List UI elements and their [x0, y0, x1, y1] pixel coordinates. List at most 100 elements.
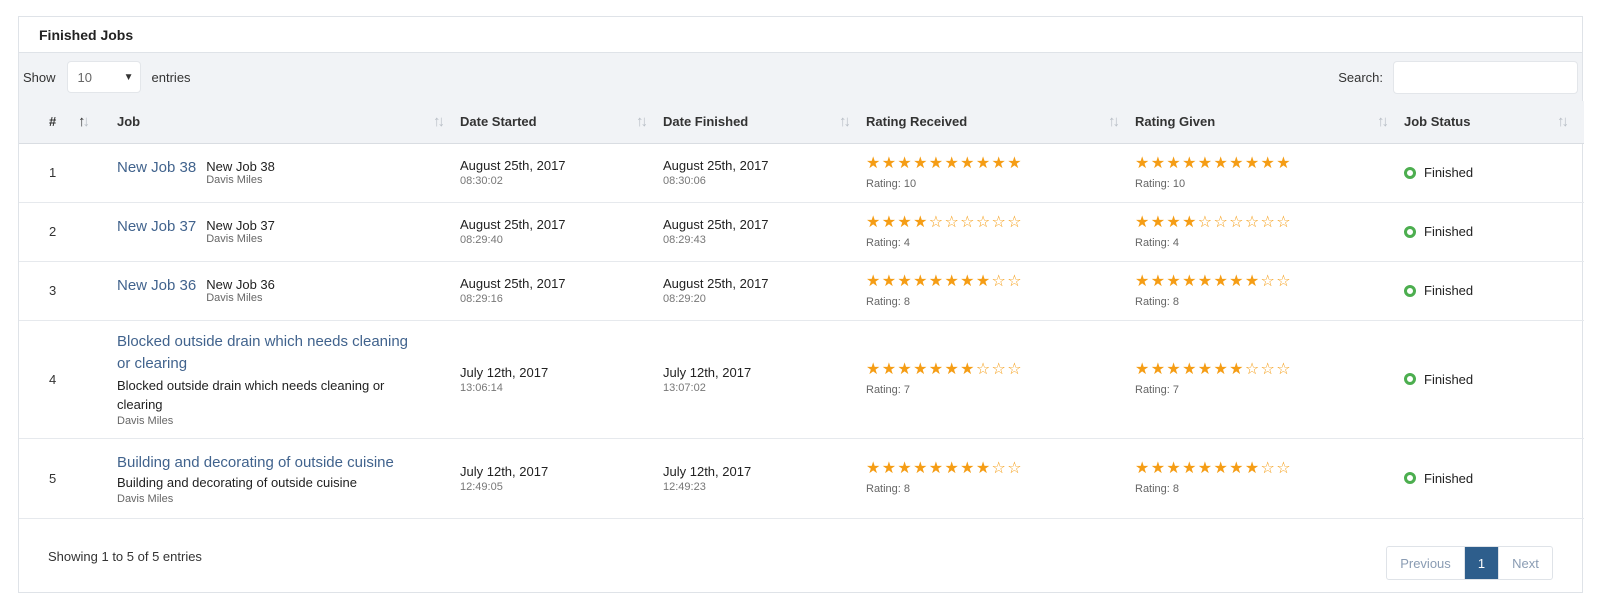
star-filled-icon: ★	[1213, 361, 1228, 378]
rating-given-stars: ★ ★ ★ ★ ★ ★ ★ ★ ☆ ☆	[1135, 272, 1404, 290]
time-finished: 08:30:06	[663, 175, 706, 187]
rating-given-cell: ★ ★ ★ ★ ★ ★ ★ ★ ★ ★ Rating: 10	[1135, 143, 1404, 202]
star-filled-icon: ★	[897, 213, 912, 231]
search-input[interactable]	[1393, 60, 1578, 94]
rating-received-label: Rating: 8	[866, 483, 911, 495]
date-started: August 25th, 2017	[460, 158, 566, 173]
column-header-job[interactable]: Job ↑↓	[117, 101, 460, 143]
star-filled-icon: ★	[1229, 154, 1244, 172]
sort-ascending-icon[interactable]: ↑↓	[78, 113, 90, 130]
star-empty-icon: ☆	[1276, 460, 1291, 477]
page-1-button[interactable]: 1	[1465, 547, 1498, 579]
star-filled-icon: ★	[1135, 272, 1150, 290]
show-label: Show	[23, 69, 56, 85]
star-filled-icon: ★	[1213, 272, 1228, 290]
sort-icon[interactable]: ↑↓	[1377, 113, 1389, 130]
date-finished-cell: August 25th, 2017 08:29:43	[663, 202, 866, 261]
sort-icon[interactable]: ↑↓	[1108, 113, 1120, 130]
finished-jobs-card: Finished Jobs Show 10 ▼ entries Search: …	[18, 16, 1584, 593]
status-circle-icon	[1404, 284, 1416, 297]
date-finished: August 25th, 2017	[663, 217, 769, 232]
star-filled-icon: ★	[944, 154, 959, 172]
job-status-cell: Finished	[1404, 320, 1584, 438]
star-empty-icon: ☆	[991, 272, 1006, 290]
star-filled-icon: ★	[881, 460, 897, 477]
time-started: 13:06:14	[460, 381, 503, 394]
star-empty-icon: ☆	[1276, 361, 1291, 378]
star-filled-icon: ★	[1244, 460, 1260, 477]
rating-received-label: Rating: 4	[866, 236, 911, 249]
sort-icon[interactable]: ↑↓	[1557, 113, 1569, 130]
table-header-row: # ↑↓ Job ↑↓ Date Started ↑↓ Date Finishe…	[19, 101, 1584, 143]
job-link[interactable]: Blocked outside drain which needs cleani…	[117, 331, 420, 375]
table-toolbar: Show 10 ▼ entries Search:	[19, 53, 1582, 101]
column-header-rating-given[interactable]: Rating Given ↑↓	[1135, 101, 1404, 143]
date-finished-cell: July 12th, 2017 12:49:23	[663, 438, 866, 518]
rating-received-label: Rating: 8	[866, 295, 911, 308]
star-filled-icon: ★	[1150, 361, 1166, 378]
sort-icon[interactable]: ↑↓	[636, 113, 648, 130]
star-filled-icon: ★	[1166, 361, 1181, 378]
star-filled-icon: ★	[1182, 361, 1197, 378]
star-empty-icon: ☆	[991, 361, 1006, 378]
rating-given-stars: ★ ★ ★ ★ ★ ★ ★ ☆ ☆ ☆	[1135, 362, 1404, 378]
rating-given-label: Rating: 7	[1135, 384, 1180, 396]
star-filled-icon: ★	[1135, 460, 1150, 477]
column-header-date-started[interactable]: Date Started ↑↓	[460, 101, 663, 143]
star-filled-icon: ★	[960, 361, 975, 378]
table-row: 3 New Job 36 New Job 36 Davis Miles Augu…	[19, 261, 1584, 320]
status-text: Finished	[1424, 470, 1474, 486]
status-text: Finished	[1424, 283, 1474, 298]
job-owner: Davis Miles	[117, 492, 174, 505]
page-size-select[interactable]: 10 ▼	[66, 61, 141, 93]
star-filled-icon: ★	[1166, 460, 1181, 477]
date-started: July 12th, 2017	[460, 463, 549, 479]
star-filled-icon: ★	[1213, 460, 1228, 477]
date-started: July 12th, 2017	[460, 364, 549, 380]
job-cell: New Job 38 New Job 38 Davis Miles	[117, 143, 460, 202]
star-filled-icon: ★	[1007, 154, 1022, 172]
next-page-button[interactable]: Next	[1498, 547, 1552, 579]
search-control: Search:	[1338, 60, 1578, 94]
date-started-cell: August 25th, 2017 08:29:16	[460, 261, 663, 320]
column-header-date-finished[interactable]: Date Finished ↑↓	[663, 101, 866, 143]
row-number: 3	[49, 283, 57, 298]
star-filled-icon: ★	[944, 460, 959, 477]
star-empty-icon: ☆	[944, 213, 959, 231]
column-header-rating-received[interactable]: Rating Received ↑↓	[866, 101, 1135, 143]
table-row: 1 New Job 38 New Job 38 Davis Miles Augu…	[19, 143, 1584, 202]
star-empty-icon: ☆	[1260, 361, 1275, 378]
previous-page-button[interactable]: Previous	[1387, 547, 1465, 579]
star-filled-icon: ★	[897, 460, 912, 477]
time-started: 08:29:16	[460, 293, 503, 305]
job-link[interactable]: New Job 36	[117, 277, 196, 294]
date-finished: July 12th, 2017	[663, 463, 752, 479]
star-empty-icon: ☆	[1007, 213, 1022, 231]
job-link[interactable]: Building and decorating of outside cuisi…	[117, 452, 460, 473]
row-number: 5	[49, 470, 57, 486]
star-filled-icon: ★	[866, 213, 881, 231]
job-name: Building and decorating of outside cuisi…	[117, 474, 357, 490]
job-link[interactable]: New Job 38	[117, 159, 196, 176]
job-name: New Job 36	[206, 277, 275, 292]
job-link[interactable]: New Job 37	[117, 218, 196, 235]
star-empty-icon: ☆	[1276, 213, 1291, 231]
column-header-number[interactable]: # ↑↓	[19, 101, 117, 143]
time-started: 12:49:05	[460, 480, 503, 493]
rating-received-cell: ★ ★ ★ ★ ★ ★ ★ ☆ ☆ ☆ Rating: 7	[866, 320, 1135, 438]
star-empty-icon: ☆	[1007, 460, 1022, 477]
column-header-job-status[interactable]: Job Status ↑↓	[1404, 101, 1584, 143]
rating-received-stars: ★ ★ ★ ★ ★ ★ ★ ☆ ☆ ☆	[866, 362, 1135, 378]
star-filled-icon: ★	[913, 272, 928, 290]
star-filled-icon: ★	[881, 361, 897, 378]
rating-given-label: Rating: 10	[1135, 177, 1186, 190]
sort-icon[interactable]: ↑↓	[433, 113, 445, 130]
sort-icon[interactable]: ↑↓	[839, 113, 851, 130]
star-filled-icon: ★	[913, 460, 928, 477]
star-filled-icon: ★	[1182, 213, 1197, 231]
status-circle-icon	[1404, 472, 1416, 484]
star-filled-icon: ★	[881, 154, 897, 172]
job-status-cell: Finished	[1404, 261, 1584, 320]
star-filled-icon: ★	[1229, 272, 1244, 290]
star-filled-icon: ★	[928, 361, 944, 378]
